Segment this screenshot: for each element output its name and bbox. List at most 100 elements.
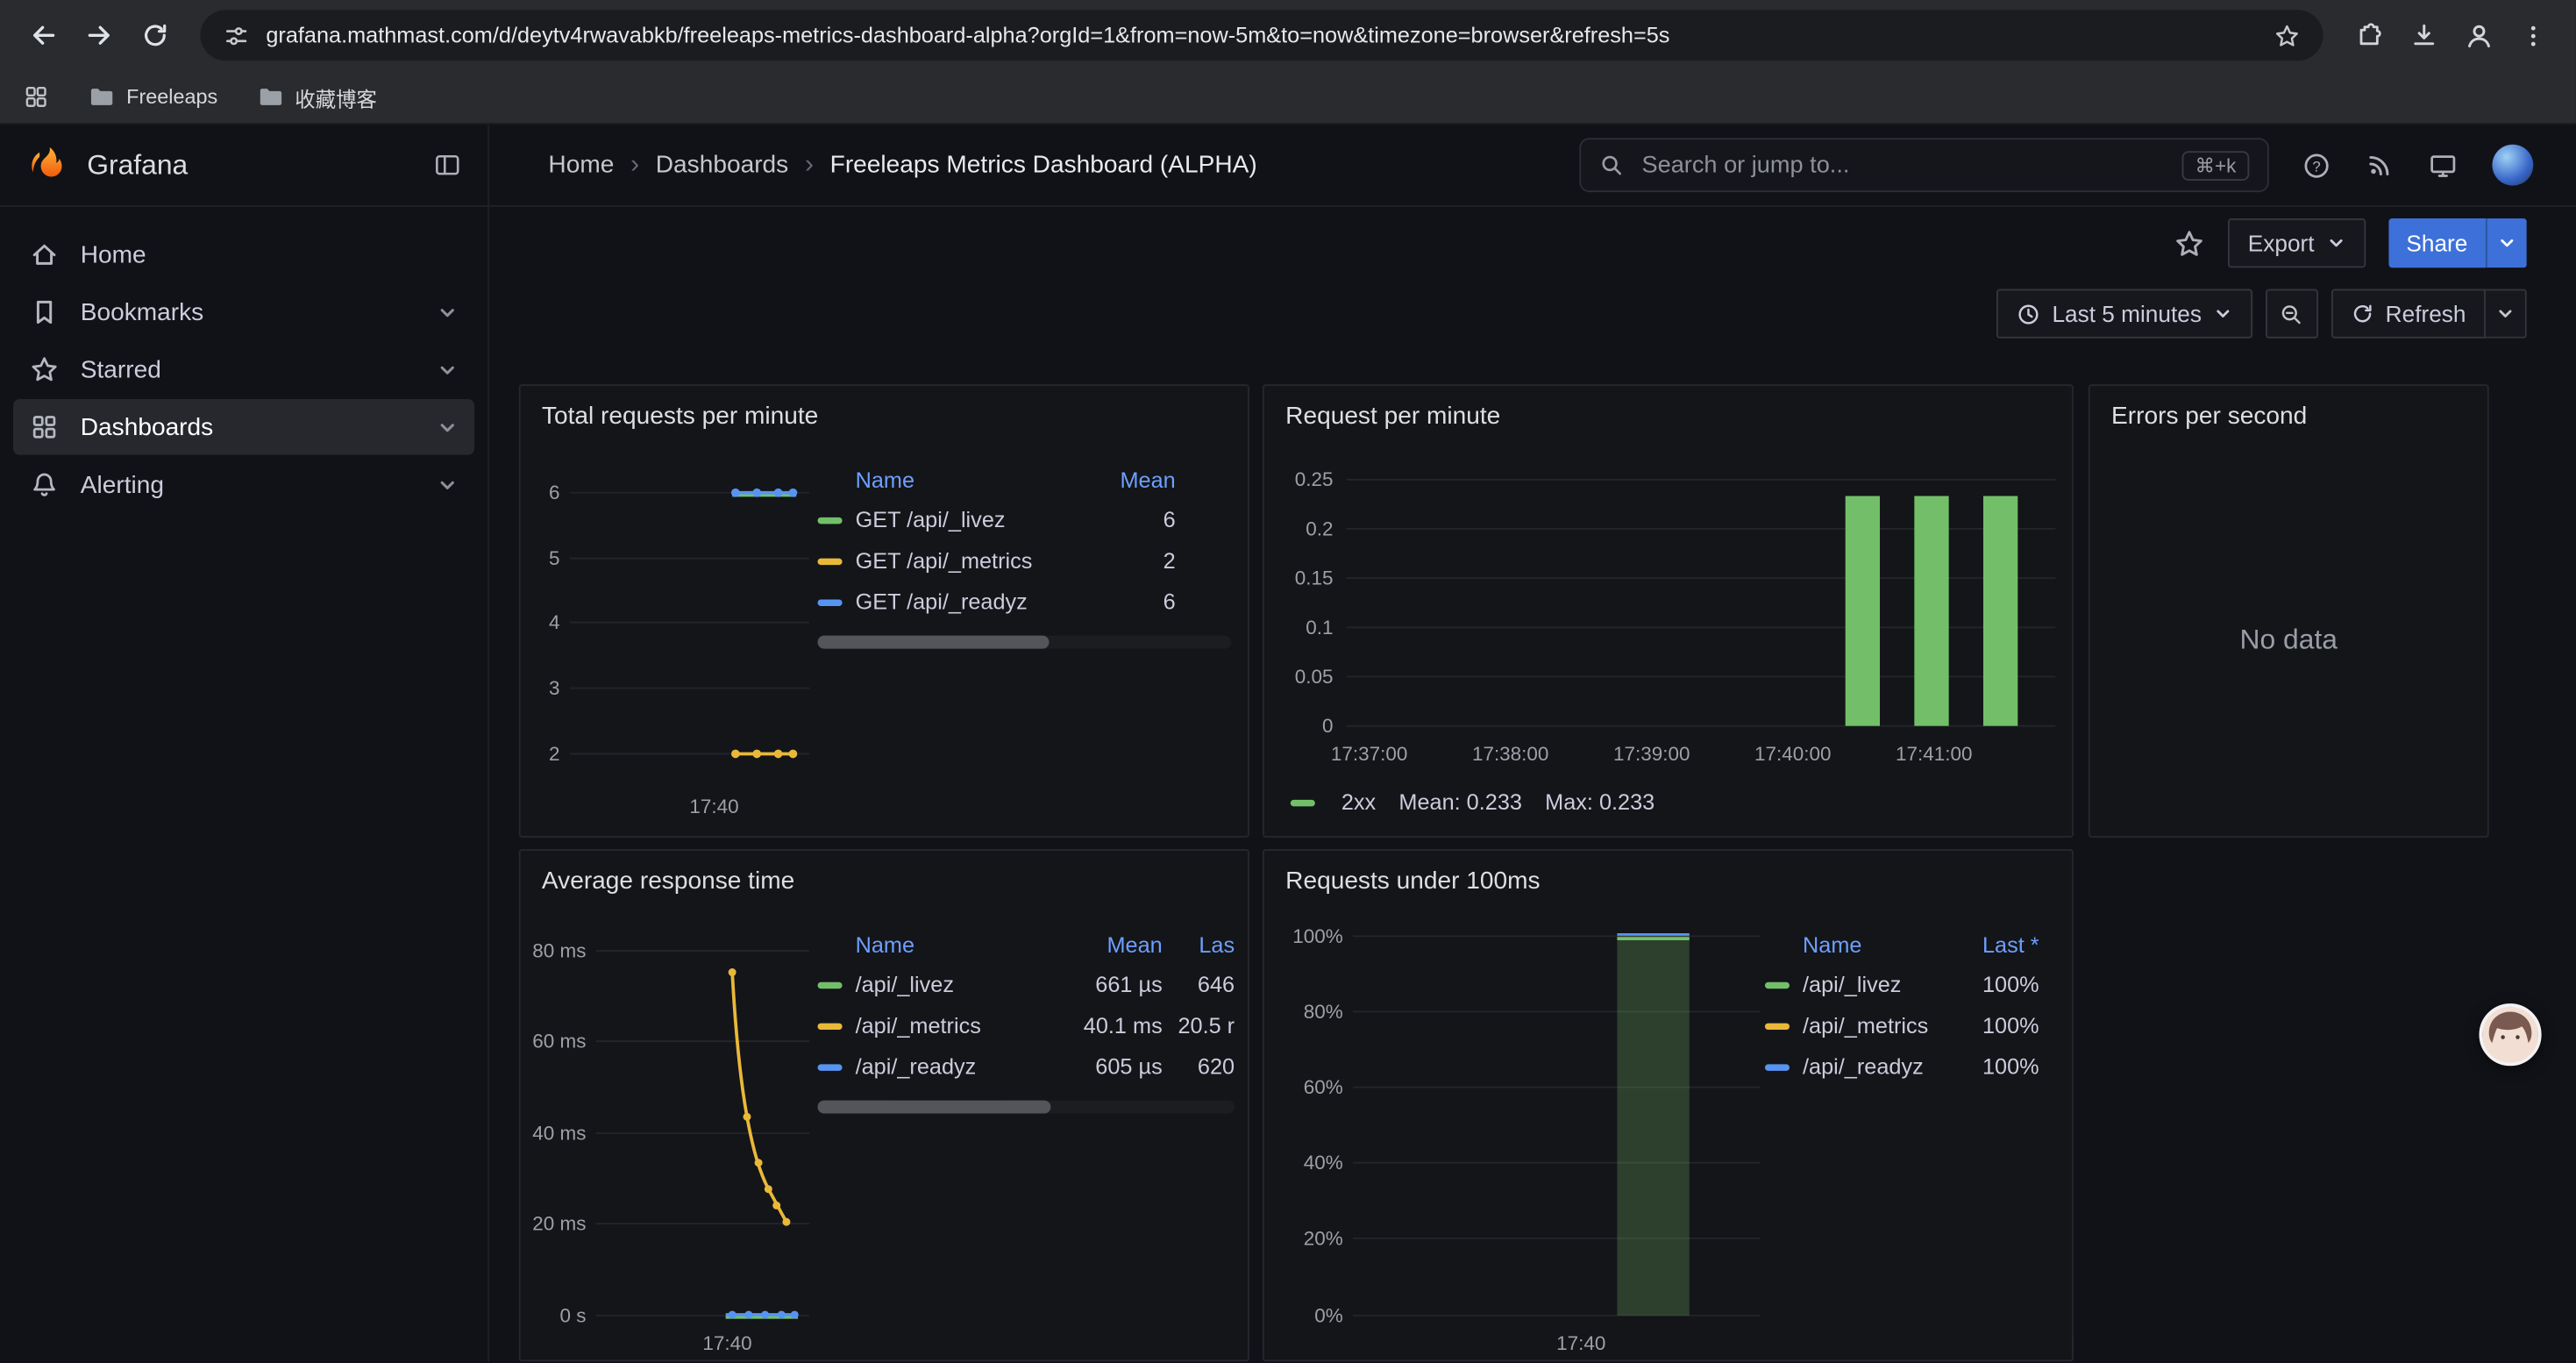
- scrollbar-thumb[interactable]: [818, 636, 1050, 649]
- chevron-down-icon[interactable]: [437, 474, 458, 495]
- series-name[interactable]: /api/_livez: [856, 973, 1061, 997]
- legend-col-mean[interactable]: Mean: [1061, 933, 1163, 958]
- user-avatar[interactable]: [2492, 145, 2533, 186]
- search-shortcut-badge: ⌘+k: [2182, 150, 2250, 180]
- breadcrumb-separator: ›: [805, 150, 814, 180]
- svg-text:0 s: 0 s: [559, 1304, 586, 1326]
- grafana-logo-icon[interactable]: [26, 144, 69, 187]
- panel-title[interactable]: Request per minute: [1264, 386, 2072, 445]
- refresh-interval-dropdown[interactable]: [2486, 289, 2527, 339]
- reload-button[interactable]: [128, 9, 181, 61]
- sidebar-item-starred[interactable]: Starred: [13, 341, 474, 397]
- legend-col-name[interactable]: Name: [1765, 933, 1953, 958]
- svg-text:?: ?: [2312, 158, 2320, 175]
- series-name[interactable]: /api/_readyz: [1803, 1054, 1953, 1079]
- panel-title[interactable]: Total requests per minute: [521, 386, 1249, 445]
- svg-text:0.1: 0.1: [1306, 617, 1333, 639]
- svg-text:4: 4: [549, 611, 560, 633]
- svg-text:60%: 60%: [1304, 1076, 1343, 1098]
- sidebar-item-dashboards[interactable]: Dashboards: [13, 399, 474, 455]
- series-name[interactable]: /api/_metrics: [856, 1013, 1061, 1038]
- series-name[interactable]: GET /api/_livez: [856, 508, 1100, 532]
- series-color-chip: [1765, 1023, 1790, 1029]
- series-name[interactable]: /api/_livez: [1803, 973, 1953, 997]
- series-color-chip: [818, 517, 843, 523]
- chevron-down-icon[interactable]: [437, 417, 458, 438]
- legend-row: /api/_readyz 100%: [1765, 1046, 2055, 1088]
- panel-title[interactable]: Errors per second: [2090, 386, 2487, 445]
- forward-button[interactable]: [72, 9, 125, 61]
- legend-scrollbar[interactable]: [818, 636, 1232, 649]
- legend-scrollbar[interactable]: [818, 1101, 1235, 1114]
- legend-row: /api/_metrics 40.1 ms 20.5 r: [818, 1005, 1235, 1046]
- legend-row: /api/_livez 661 µs 646: [818, 964, 1235, 1005]
- chevron-down-icon[interactable]: [437, 359, 458, 380]
- download-icon[interactable]: [2410, 21, 2438, 49]
- breadcrumb-current: Freeleaps Metrics Dashboard (ALPHA): [830, 151, 1257, 179]
- sidebar-item-home[interactable]: Home: [13, 226, 474, 282]
- zoom-out-button[interactable]: [2266, 289, 2318, 339]
- search-icon: [1599, 153, 1624, 177]
- bookmark-star-icon[interactable]: [2274, 22, 2300, 48]
- legend-col-name[interactable]: Name: [818, 933, 1061, 958]
- series-name[interactable]: /api/_readyz: [856, 1054, 1061, 1079]
- breadcrumb-dashboards[interactable]: Dashboards: [656, 151, 788, 179]
- back-button[interactable]: [17, 9, 69, 61]
- search-input[interactable]: [1639, 150, 2167, 180]
- svg-text:3: 3: [549, 677, 560, 699]
- series-name[interactable]: /api/_metrics: [1803, 1013, 1953, 1038]
- bookmark-folder-blogs[interactable]: 收藏博客: [257, 82, 377, 113]
- series-mean: 2: [1100, 548, 1176, 573]
- browser-toolbar: grafana.mathmast.com/d/deytv4rwavabkb/fr…: [0, 0, 2576, 71]
- chat-widget-avatar[interactable]: [2479, 1003, 2541, 1066]
- share-button[interactable]: Share: [2388, 218, 2486, 268]
- panel-title[interactable]: Average response time: [521, 851, 1249, 910]
- legend-col-name[interactable]: Name: [818, 468, 1100, 493]
- sidebar-item-alerting[interactable]: Alerting: [13, 457, 474, 513]
- address-bar[interactable]: grafana.mathmast.com/d/deytv4rwavabkb/fr…: [200, 10, 2323, 61]
- url-text[interactable]: grafana.mathmast.com/d/deytv4rwavabkb/fr…: [266, 23, 2257, 47]
- site-settings-icon[interactable]: [224, 22, 250, 48]
- legend-table: Name Last * /api/_livez 100% /api/_metri…: [1765, 926, 2055, 1088]
- legend-row: /api/_livez 100%: [1765, 964, 2055, 1005]
- series-color-chip: [1291, 799, 1315, 805]
- bar-chart: 100% 80% 60% 40% 20% 0% 17:40: [1274, 917, 1767, 1361]
- forward-icon: [84, 21, 112, 49]
- rss-icon[interactable]: [2366, 151, 2394, 179]
- bookmark-folder-freeleaps[interactable]: Freeleaps: [89, 83, 217, 110]
- scrollbar-thumb[interactable]: [818, 1101, 1051, 1114]
- series-name[interactable]: GET /api/_readyz: [856, 589, 1100, 614]
- apps-grid-icon[interactable]: [23, 83, 49, 110]
- panel-total-requests: Total requests per minute 6 5 4 3 2: [519, 384, 1249, 838]
- menu-kebab-icon[interactable]: [2520, 22, 2546, 48]
- legend-col-mean[interactable]: Mean: [1100, 468, 1176, 493]
- svg-text:0%: 0%: [1314, 1304, 1342, 1326]
- refresh-button[interactable]: Refresh: [2331, 289, 2486, 339]
- svg-text:17:37:00: 17:37:00: [1331, 743, 1407, 765]
- svg-text:100%: 100%: [1292, 925, 1342, 947]
- legend-col-last[interactable]: Last *: [1953, 933, 2039, 958]
- extensions-icon[interactable]: [2356, 21, 2384, 49]
- legend-series[interactable]: 2xx: [1291, 790, 1376, 815]
- chevron-down-icon[interactable]: [437, 302, 458, 323]
- help-icon[interactable]: ?: [2302, 150, 2331, 180]
- search-bar[interactable]: ⌘+k: [1579, 138, 2268, 192]
- collapse-sidebar-icon[interactable]: [433, 151, 461, 179]
- series-mean: Mean: 0.233: [1398, 790, 1522, 815]
- time-range-picker[interactable]: Last 5 minutes: [1996, 289, 2252, 339]
- star-icon: [2174, 227, 2206, 259]
- series-mean: 661 µs: [1061, 973, 1163, 997]
- favorite-star-button[interactable]: [2174, 227, 2206, 259]
- profile-icon[interactable]: [2465, 20, 2494, 50]
- breadcrumb-home[interactable]: Home: [548, 151, 614, 179]
- export-button[interactable]: Export: [2228, 218, 2365, 268]
- zoom-out-icon: [2280, 302, 2304, 326]
- panel-title[interactable]: Requests under 100ms: [1264, 851, 2072, 910]
- share-dropdown-button[interactable]: [2486, 218, 2527, 268]
- legend-row: GET /api/_readyz 6: [818, 582, 1232, 623]
- sidebar-item-bookmarks[interactable]: Bookmarks: [13, 284, 474, 340]
- series-name[interactable]: GET /api/_metrics: [856, 548, 1100, 573]
- monitor-icon[interactable]: [2428, 150, 2458, 180]
- legend-col-last[interactable]: Las: [1163, 933, 1235, 958]
- legend-row: /api/_metrics 100%: [1765, 1005, 2055, 1046]
